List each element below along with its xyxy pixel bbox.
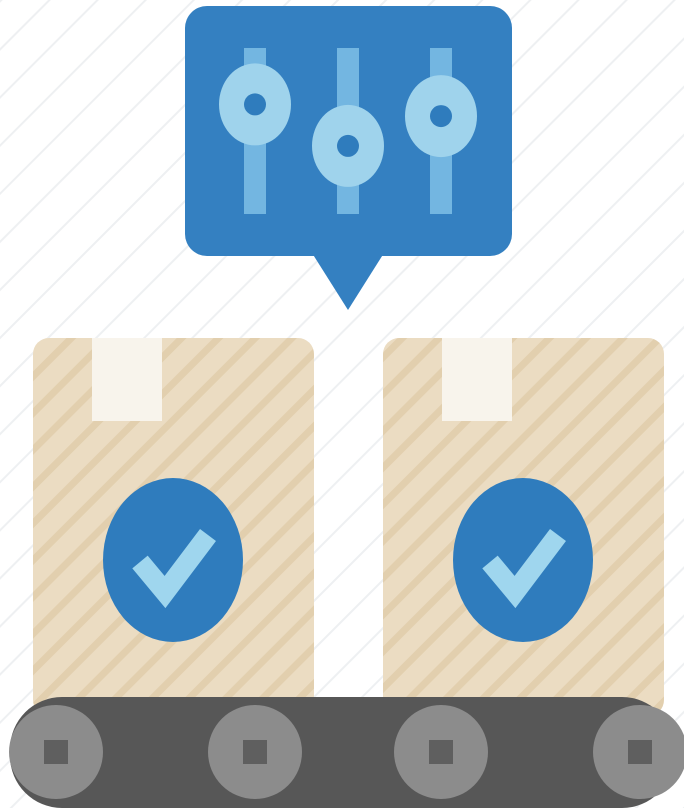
box-tape (442, 338, 512, 421)
conveyor-quality-control-illustration (0, 0, 684, 808)
roller (394, 705, 488, 799)
box-tape (92, 338, 162, 421)
check-badge (453, 478, 593, 642)
slider-knob-center (337, 134, 359, 157)
package-box-icon (383, 338, 664, 716)
illustration-svg (0, 0, 684, 808)
sliders-icon (219, 48, 477, 214)
roller (208, 705, 302, 799)
check-badge (103, 478, 243, 642)
roller-hub (628, 740, 652, 764)
roller-hub (243, 740, 267, 764)
slider-knob-center (430, 105, 452, 128)
roller-hub (429, 740, 453, 764)
roller (9, 705, 103, 799)
slider-knob-center (244, 93, 266, 116)
conveyor-belt-icon (9, 697, 684, 808)
package-box-icon (33, 338, 314, 716)
belt (10, 697, 674, 808)
roller (593, 705, 684, 799)
roller-hub (44, 740, 68, 764)
